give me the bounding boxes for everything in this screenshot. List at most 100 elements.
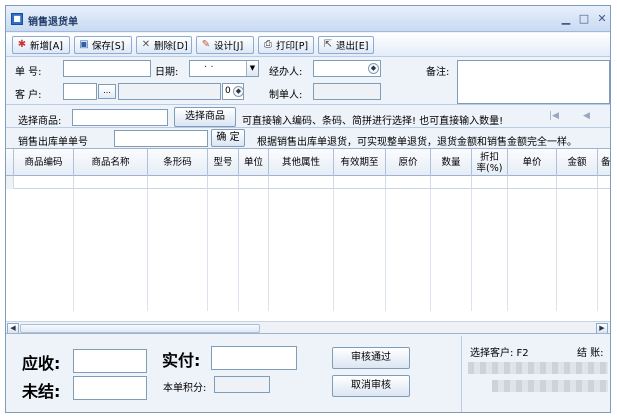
outbound-order-input[interactable]: [114, 130, 208, 147]
column-gridline: [147, 189, 148, 311]
customer-label: 客 户:: [15, 90, 42, 101]
chevron-down-icon[interactable]: ▼: [246, 61, 258, 76]
exit-icon: ⇱: [323, 39, 333, 50]
prev-record-icon[interactable]: ◀: [583, 111, 590, 121]
toolbar: ✱ 新增[A] ▣ 保存[S] ✕ 删除[D] ✎ 设计[J] ⎙ 打印[P] …: [6, 33, 610, 57]
table-cell[interactable]: [334, 176, 386, 189]
select-goods-label: 选择商品:: [18, 116, 62, 127]
column-header-expiry[interactable]: 有效期至: [334, 149, 386, 176]
row-indicator: [6, 176, 14, 189]
settle-shortcut: 结 账:: [577, 348, 604, 359]
cancel-approve-button[interactable]: 取消审核: [332, 375, 410, 397]
column-header-model[interactable]: 型号: [208, 149, 239, 176]
minimize-icon[interactable]: ▁: [558, 12, 574, 26]
table-cell[interactable]: [14, 176, 74, 189]
customer-code-input[interactable]: [63, 83, 97, 100]
design-icon: ✎: [201, 39, 211, 50]
column-header-item-code[interactable]: 商品编码: [14, 149, 74, 176]
order-no-input[interactable]: [63, 60, 151, 77]
close-icon[interactable]: ✕: [594, 12, 610, 26]
table-cell[interactable]: [269, 176, 334, 189]
table-cell[interactable]: [508, 176, 557, 189]
save-button[interactable]: ▣ 保存[S]: [74, 36, 132, 54]
delete-button[interactable]: ✕ 删除[D]: [136, 36, 192, 54]
table-cell[interactable]: [208, 176, 239, 189]
scroll-left-icon[interactable]: ◀: [7, 323, 19, 333]
table-cell[interactable]: [431, 176, 472, 189]
customer-number-spin-icon[interactable]: ◆: [233, 86, 244, 97]
select-customer-shortcut: 选择客户: F2: [470, 348, 529, 359]
receivable-input[interactable]: [73, 349, 147, 373]
column-gridline: [556, 189, 557, 311]
divider: [6, 127, 610, 128]
table-header: 商品编码 商品名称 条形码 型号 单位 其他属性 有效期至 原价 数量 折扣率(…: [6, 149, 610, 176]
points-label: 本单积分:: [163, 383, 207, 394]
table-cell[interactable]: [472, 176, 508, 189]
scrollbar-thumb[interactable]: [20, 324, 260, 333]
blurred-region: [492, 380, 608, 392]
delete-button-label: 删除[D]: [154, 41, 188, 52]
maximize-icon[interactable]: □: [576, 12, 592, 26]
remark-label: 备注:: [426, 67, 450, 78]
date-label: 日期:: [155, 67, 179, 78]
title-bar: ■ 销售退货单 ▁ □ ✕: [6, 6, 610, 32]
column-header-item-name[interactable]: 商品名称: [74, 149, 148, 176]
column-gridline: [333, 189, 334, 311]
column-gridline: [207, 189, 208, 311]
table-cell[interactable]: [148, 176, 208, 189]
table-cell[interactable]: [557, 176, 598, 189]
column-gridline: [471, 189, 472, 311]
column-gridline: [507, 189, 508, 311]
delete-icon: ✕: [141, 39, 151, 50]
column-header-unit-price[interactable]: 单价: [508, 149, 557, 176]
scroll-right-icon[interactable]: ▶: [596, 323, 608, 333]
exit-button[interactable]: ⇱ 退出[E]: [318, 36, 374, 54]
new-icon: ✱: [17, 39, 27, 50]
print-button[interactable]: ⎙ 打印[P]: [258, 36, 314, 54]
receivable-label: 应收:: [22, 354, 61, 373]
handler-select[interactable]: ◆: [313, 60, 381, 77]
divider: [6, 104, 610, 105]
save-icon: ▣: [79, 39, 89, 50]
points-input: [214, 376, 270, 393]
column-gridline: [430, 189, 431, 311]
new-button[interactable]: ✱ 新增[A]: [12, 36, 70, 54]
table-cell[interactable]: [74, 176, 148, 189]
column-header-other-attributes[interactable]: 其他属性: [269, 149, 334, 176]
paid-label: 实付:: [162, 351, 201, 370]
select-goods-hint: 可直接输入编码、条码、简拼进行选择! 也可直接输入数量!: [242, 116, 504, 127]
blurred-region: [468, 362, 608, 374]
column-header-unit[interactable]: 单位: [239, 149, 269, 176]
confirm-button[interactable]: 确 定: [211, 129, 245, 147]
column-gridline: [597, 189, 598, 311]
column-header-original-price[interactable]: 原价: [386, 149, 431, 176]
approve-button[interactable]: 审核通过: [332, 347, 410, 369]
column-header-remark[interactable]: 备: [598, 149, 610, 176]
row-indicator-header: [6, 149, 14, 176]
date-picker[interactable]: · · ▼: [189, 60, 259, 77]
remark-textarea[interactable]: [457, 60, 610, 104]
handler-dropdown-icon[interactable]: ◆: [368, 63, 379, 74]
table-cell[interactable]: [386, 176, 431, 189]
customer-browse-button[interactable]: ...: [98, 84, 116, 99]
date-value: · ·: [204, 62, 214, 73]
column-gridline: [73, 189, 74, 311]
first-record-icon[interactable]: |◀: [549, 111, 559, 121]
unsettled-label: 未结:: [22, 382, 61, 401]
maker-input: [313, 83, 381, 100]
column-header-discount[interactable]: 折扣率(%): [472, 149, 508, 176]
table-row[interactable]: [6, 176, 610, 189]
horizontal-scrollbar[interactable]: ◀ ▶: [6, 321, 610, 333]
handler-label: 经办人:: [269, 67, 303, 78]
design-button[interactable]: ✎ 设计[J]: [196, 36, 254, 54]
column-header-amount[interactable]: 金额: [557, 149, 598, 176]
select-goods-button[interactable]: 选择商品: [174, 107, 236, 127]
column-header-quantity[interactable]: 数量: [431, 149, 472, 176]
exit-button-label: 退出[E]: [336, 41, 369, 52]
table-cell[interactable]: [239, 176, 269, 189]
column-header-barcode[interactable]: 条形码: [148, 149, 208, 176]
column-gridline: [238, 189, 239, 311]
select-goods-input[interactable]: [72, 109, 168, 126]
paid-input[interactable]: [211, 346, 297, 370]
unsettled-input[interactable]: [73, 376, 147, 400]
